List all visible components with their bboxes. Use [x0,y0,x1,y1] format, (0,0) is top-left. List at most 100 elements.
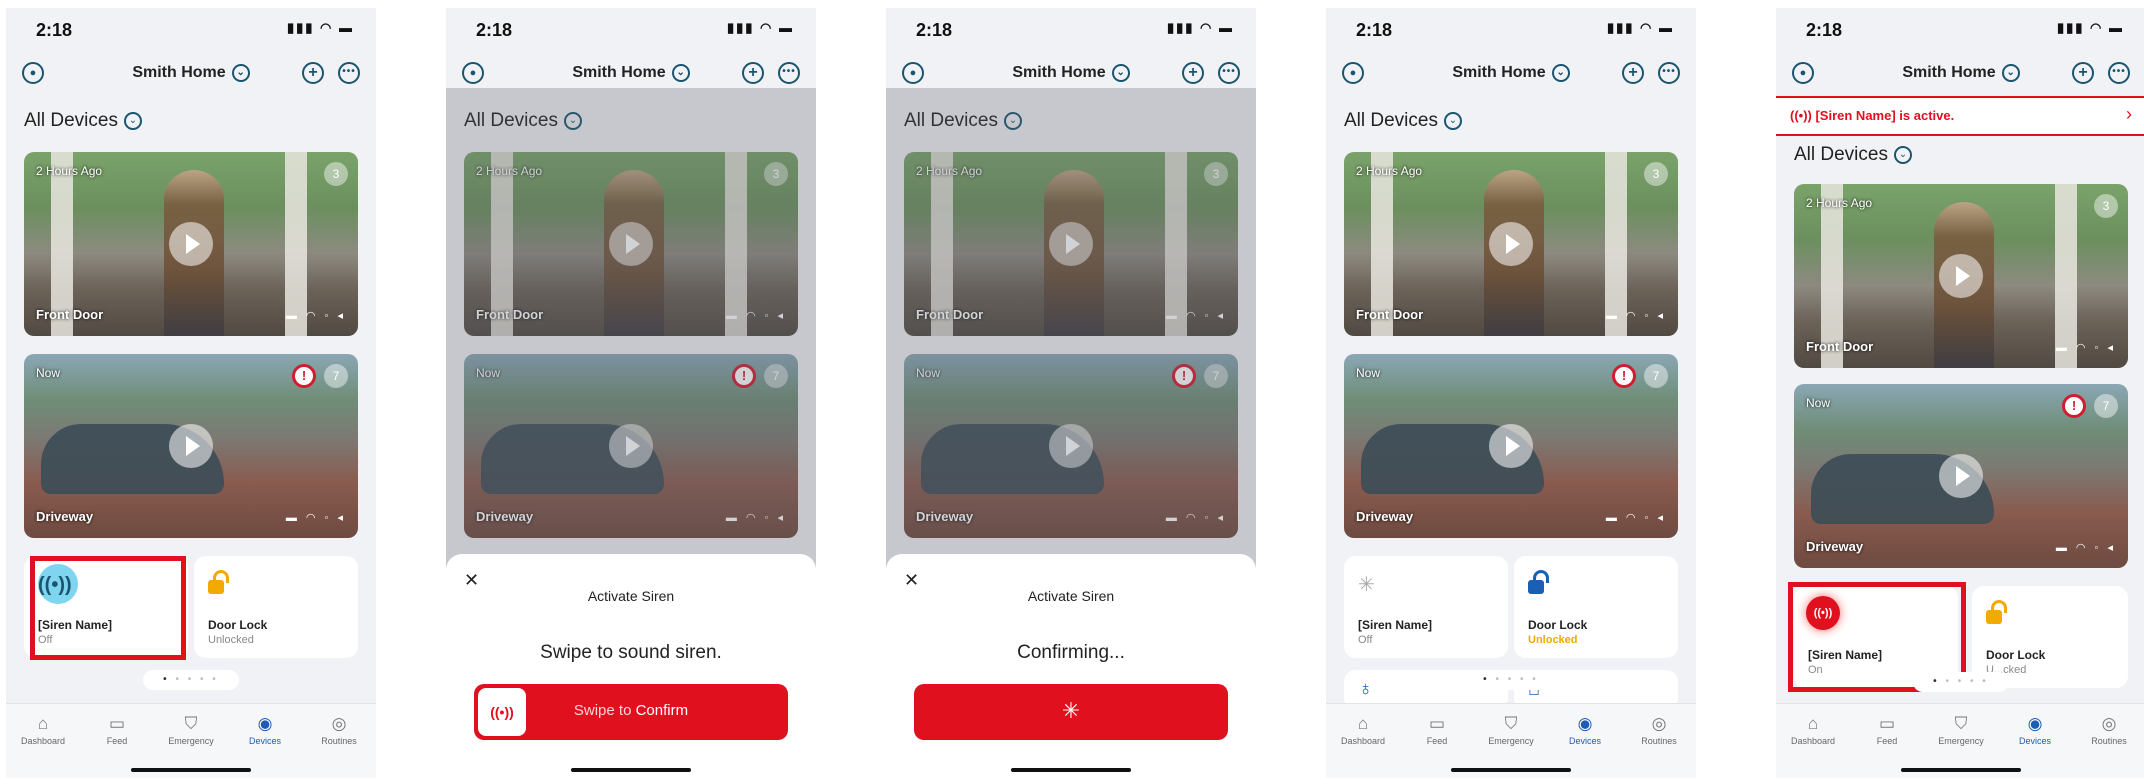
status-bar: 2:18 ▮▮▮ ◠ ▬ [36,20,354,42]
swipe-to-confirm-slider[interactable]: ((•)) Swipe to Confirm [474,684,788,740]
tab-emergency[interactable]: ⛉ Emergency [1474,714,1548,746]
activate-siren-sheet: ✕ Activate Siren Confirming... ✳ [886,554,1256,778]
page-indicator[interactable]: • • • • • [1463,670,1559,690]
play-icon[interactable] [1489,424,1533,468]
tab-label: Devices [248,736,281,746]
more-icon[interactable]: ••• [1218,62,1240,84]
play-icon[interactable] [1939,454,1983,498]
top-bar: ● Smith Home ⌄ + ••• [1326,56,1696,92]
add-icon[interactable]: + [1182,62,1204,84]
tab-label: Emergency [1488,736,1534,746]
active-dot: • [163,674,170,685]
camera-card-front-door[interactable]: 2 Hours Ago 3 Front Door ▬ ◠ ◦ ◂ [1794,184,2128,368]
status-bar: 2:18 ▮▮▮ ◠ ▬ [476,20,794,42]
page-indicator[interactable]: • • • • • [143,670,239,690]
tab-feed[interactable]: ▭ Feed [1400,714,1474,746]
camera-name: Driveway [1356,509,1414,524]
status-time: 2:18 [476,20,513,40]
screen-2-swipe-sheet: 2:18 ▮▮▮ ◠ ▬ ● Smith Home ⌄ + ••• All Dev… [446,8,816,778]
home-indicator [571,768,691,772]
sheet-prompt: Swipe to sound siren. [540,642,722,663]
screen-4-siren-loading: 2:18 ▮▮▮ ◠ ▬ ● Smith Home ⌄ + ••• All Dev… [1326,8,1696,778]
tab-routines[interactable]: ◎ Routines [2072,714,2144,746]
all-devices-filter[interactable]: All Devices ⌄ [1344,110,1462,132]
door-lock-tile[interactable]: Door Lock Unlocked [1514,556,1678,658]
home-indicator [131,768,251,772]
tab-emergency[interactable]: ⛉ Emergency [1924,714,1998,746]
camera-card-front-door[interactable]: 2 Hours Ago 3 Front Door ▬ ◠ ◦ ◂ [24,152,358,336]
lock-state: Unlocked [208,634,254,646]
more-icon[interactable]: ••• [2108,62,2130,84]
all-devices-filter[interactable]: All Devices ⌄ [24,110,142,132]
add-icon[interactable]: + [2072,62,2094,84]
tab-emergency[interactable]: ⛉ Emergency [154,714,228,746]
siren-active-banner[interactable]: ((•)) [Siren Name] is active. › [1776,96,2144,136]
chevron-down-icon: ⌄ [1893,145,1912,164]
camera-card-front-door[interactable]: 2 Hours Ago 3 Front Door ▬ ◠ ◦ ◂ [1344,152,1678,336]
chevron-down-icon: ⌄ [2001,64,2020,82]
tab-label: Feed [106,736,128,746]
camera-status-icons: ▬ ◠ ◦ ◂ [285,512,346,524]
feed-icon: ▭ [1878,714,1896,733]
status-bar: 2:18 ▮▮▮ ◠ ▬ [1356,20,1674,42]
camera-name: Driveway [36,509,94,524]
chevron-down-icon: ⌄ [1443,111,1462,130]
camera-card-driveway[interactable]: Now ! 7 Driveway ▬ ◠ ◦ ◂ [1794,384,2128,568]
spinner-icon: ✳ [1061,698,1081,723]
spinner-icon: ✳ [1358,574,1375,596]
more-icon[interactable]: ••• [1658,62,1680,84]
play-icon[interactable] [1939,254,1983,298]
tab-bar: ⌂ Dashboard ▭ Feed ⛉ Emergency ◉ Devices ◎ Ro… [6,703,376,778]
play-icon[interactable] [1489,222,1533,266]
more-icon[interactable]: ••• [778,62,800,84]
add-icon[interactable]: + [742,62,764,84]
event-count-badge: 3 [324,162,348,186]
play-icon[interactable] [169,222,213,266]
play-icon[interactable] [169,424,213,468]
tab-devices[interactable]: ◉ Devices [1548,714,1622,746]
event-count-badge: 7 [324,364,348,388]
chevron-down-icon: ⌄ [231,64,250,82]
camera-card-driveway[interactable]: Now ! 7 Driveway ▬ ◠ ◦ ◂ [1344,354,1678,538]
home-name: Smith Home [572,64,666,82]
section-title: All Devices [24,110,118,131]
home-name: Smith Home [1012,64,1106,82]
camera-timestamp: Now [36,366,61,380]
add-icon[interactable]: + [302,62,324,84]
camera-name: Front Door [36,307,104,322]
tab-dashboard[interactable]: ⌂ Dashboard [1776,714,1850,746]
sheet-prompt: Confirming... [1017,642,1125,663]
status-time: 2:18 [916,20,953,40]
camera-timestamp: Now [1356,366,1381,380]
signal-icons: ▮▮▮ ◠ ▬ [1166,20,1234,35]
siren-tile[interactable]: ✳ [Siren Name] Off [1344,556,1508,658]
camera-status-icons: ▬ ◠ ◦ ◂ [1605,310,1666,322]
add-icon[interactable]: + [1622,62,1644,84]
tab-devices[interactable]: ◉ Devices [1998,714,2072,746]
feed-icon: ▭ [1428,714,1446,733]
active-dot: • [1483,674,1490,685]
lock-name: Door Lock [1986,648,2046,662]
swipe-label-prefix: Swipe to [573,702,636,719]
section-title: All Devices [1344,110,1438,131]
lock-icon [208,570,229,594]
signal-icons: ▮▮▮ ◠ ▬ [2056,20,2124,35]
tab-devices[interactable]: ◉ Devices [228,714,302,746]
door-lock-tile[interactable]: Door Lock Unlocked [194,556,358,658]
sheet-title: Activate Siren [1027,588,1115,604]
swipe-label: Swipe to Confirm [474,702,788,719]
all-devices-filter[interactable]: All Devices ⌄ [1794,144,1912,166]
more-icon[interactable]: ••• [338,62,360,84]
tab-feed[interactable]: ▭ Feed [80,714,154,746]
tab-feed[interactable]: ▭ Feed [1850,714,1924,746]
tab-dashboard[interactable]: ⌂ Dashboard [6,714,80,746]
tab-routines[interactable]: ◎ Routines [302,714,376,746]
tab-dashboard[interactable]: ⌂ Dashboard [1326,714,1400,746]
tab-routines[interactable]: ◎ Routines [1622,714,1696,746]
inactive-dots: • • • • [175,674,219,685]
page-indicator[interactable]: • • • • • [1913,672,2009,692]
emergency-icon: ⛉ [184,714,198,733]
camera-status-icons: ▬ ◠ ◦ ◂ [2055,542,2116,554]
camera-card-driveway[interactable]: Now ! 7 Driveway ▬ ◠ ◦ ◂ [24,354,358,538]
tab-label: Emergency [1938,736,1984,746]
